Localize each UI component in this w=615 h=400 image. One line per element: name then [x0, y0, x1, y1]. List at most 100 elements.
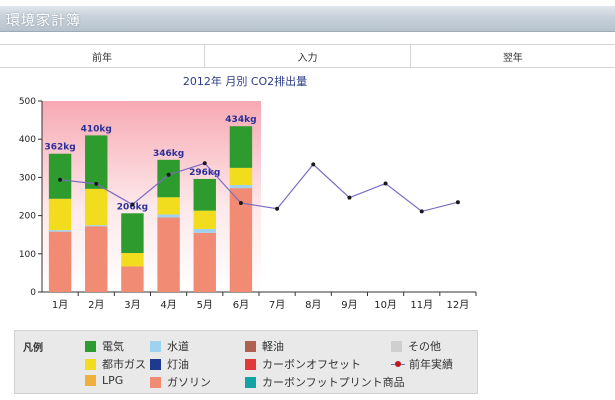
bar-segment-city_gas: [193, 210, 216, 229]
legend-label: 軽油: [262, 340, 284, 353]
bar-segment-water: [157, 214, 180, 218]
y-tick-label: 0: [30, 288, 36, 298]
bar-segment-gasoline: [121, 266, 144, 292]
color-swatch: [245, 358, 256, 370]
x-tick-label: 6月: [233, 299, 249, 311]
x-tick-label: 8月: [305, 299, 321, 311]
bar-segment-gasoline: [193, 232, 216, 292]
x-tick-label: 11月: [410, 299, 433, 311]
x-tick-label: 5月: [197, 299, 213, 311]
bar-total-label: 434kg: [225, 115, 256, 125]
bar-total-label: 362kg: [44, 143, 75, 153]
bar-segment-electricity: [193, 178, 216, 211]
x-tick-label: 1月: [52, 299, 68, 311]
bar-segment-gasoline: [157, 217, 180, 292]
legend-label: 都市ガス: [102, 358, 146, 371]
prev-year-point: [419, 209, 424, 214]
color-swatch: [391, 340, 402, 352]
x-tick-label: 10月: [374, 299, 397, 311]
window-title: 環境家計簿: [6, 13, 81, 29]
x-tick-label: 2月: [88, 299, 104, 311]
legend-item: 前年実績: [391, 356, 453, 372]
legend-title: 凡例: [23, 343, 43, 354]
bar-segment-water: [193, 228, 216, 233]
legend-label: 前年実績: [409, 358, 453, 371]
bar-segment-city_gas: [121, 253, 144, 267]
co2-chart: 0100200300400500362kg1月410kg2月206kg3月346…: [19, 97, 477, 311]
legend-item: ガソリン: [150, 374, 211, 390]
bar-segment-water: [48, 230, 72, 232]
legend-label: 灯油: [167, 358, 189, 371]
line-marker-icon: [391, 359, 405, 370]
legend-label: 電気: [102, 340, 124, 353]
x-tick-label: 4月: [160, 299, 176, 311]
legend-label: 水道: [167, 340, 189, 353]
legend-label: カーボンオフセット: [262, 358, 361, 371]
bar-segment-electricity: [229, 126, 253, 168]
prev-year-point: [383, 181, 388, 186]
bar-total-label: 296kg: [189, 168, 220, 178]
legend-item: カーボンフットプリント商品: [245, 374, 405, 390]
color-swatch: [85, 375, 96, 386]
legend-label: LPG: [102, 374, 124, 387]
legend-item: その他: [391, 338, 441, 354]
y-tick-label: 100: [19, 250, 36, 260]
bar-segment-city_gas: [229, 167, 253, 186]
legend-item: 電気: [85, 338, 124, 354]
chart-legend: 凡例 電気 水道 軽油 その他都市ガス 灯油 カーボンオフセット 前年実績 LPG ガソリン カー…: [14, 330, 478, 394]
color-swatch: [245, 340, 256, 352]
prev-year-button[interactable]: 前年: [0, 45, 206, 67]
year-navigation: 前年 入力 翌年: [0, 44, 615, 68]
x-tick-label: 3月: [124, 299, 140, 311]
color-swatch: [85, 358, 96, 370]
chart-title: 2012年 月別 CO2排出量: [182, 75, 308, 88]
bar-segment-electricity: [157, 159, 180, 198]
plot-background: [42, 101, 261, 292]
legend-item: 都市ガス: [85, 356, 146, 372]
color-swatch: [150, 376, 161, 388]
bar-total-label: 410kg: [81, 124, 112, 134]
bar-segment-gasoline: [48, 231, 72, 292]
prev-year-point: [238, 200, 243, 205]
y-tick-label: 500: [19, 97, 36, 107]
bar-segment-city_gas: [85, 188, 108, 226]
prev-year-point: [347, 195, 352, 200]
prev-year-point: [311, 162, 316, 167]
legend-item: 水道: [150, 338, 189, 354]
y-tick-label: 200: [19, 212, 36, 222]
legend-label: ガソリン: [167, 376, 211, 389]
y-tick-label: 400: [19, 135, 36, 145]
legend-label: その他: [408, 340, 441, 353]
legend-label: カーボンフットプリント商品: [262, 376, 405, 389]
legend-item: LPG: [85, 374, 123, 387]
bar-segment-city_gas: [48, 198, 72, 231]
bar-segment-city_gas: [157, 197, 180, 215]
color-swatch: [150, 340, 161, 352]
color-swatch: [245, 376, 256, 388]
color-swatch: [150, 358, 161, 370]
next-year-button[interactable]: 翌年: [410, 45, 615, 67]
bar-segment-electricity: [85, 135, 108, 189]
bar-total-label: 346kg: [153, 149, 184, 159]
legend-item: 灯油: [150, 356, 189, 372]
prev-year-point: [455, 200, 460, 205]
x-tick-label: 7月: [269, 299, 285, 311]
prev-year-point: [166, 172, 171, 177]
prev-year-point: [202, 161, 207, 166]
x-tick-label: 12月: [447, 299, 470, 311]
bar-segment-gasoline: [85, 226, 108, 292]
prev-year-point: [275, 206, 280, 211]
bar-segment-water: [229, 185, 253, 189]
window-titlebar: 環境家計簿: [0, 6, 615, 32]
prev-year-point: [130, 202, 135, 207]
y-tick-label: 300: [19, 173, 36, 183]
input-button[interactable]: 入力: [205, 45, 411, 67]
color-swatch: [85, 340, 96, 352]
x-tick-label: 9月: [341, 299, 357, 311]
prev-year-point: [58, 177, 63, 182]
bar-segment-electricity: [121, 213, 144, 254]
legend-item: カーボンオフセット: [245, 356, 361, 372]
bar-segment-electricity: [48, 153, 72, 199]
prev-year-point: [94, 181, 99, 186]
legend-item: 軽油: [245, 338, 284, 354]
